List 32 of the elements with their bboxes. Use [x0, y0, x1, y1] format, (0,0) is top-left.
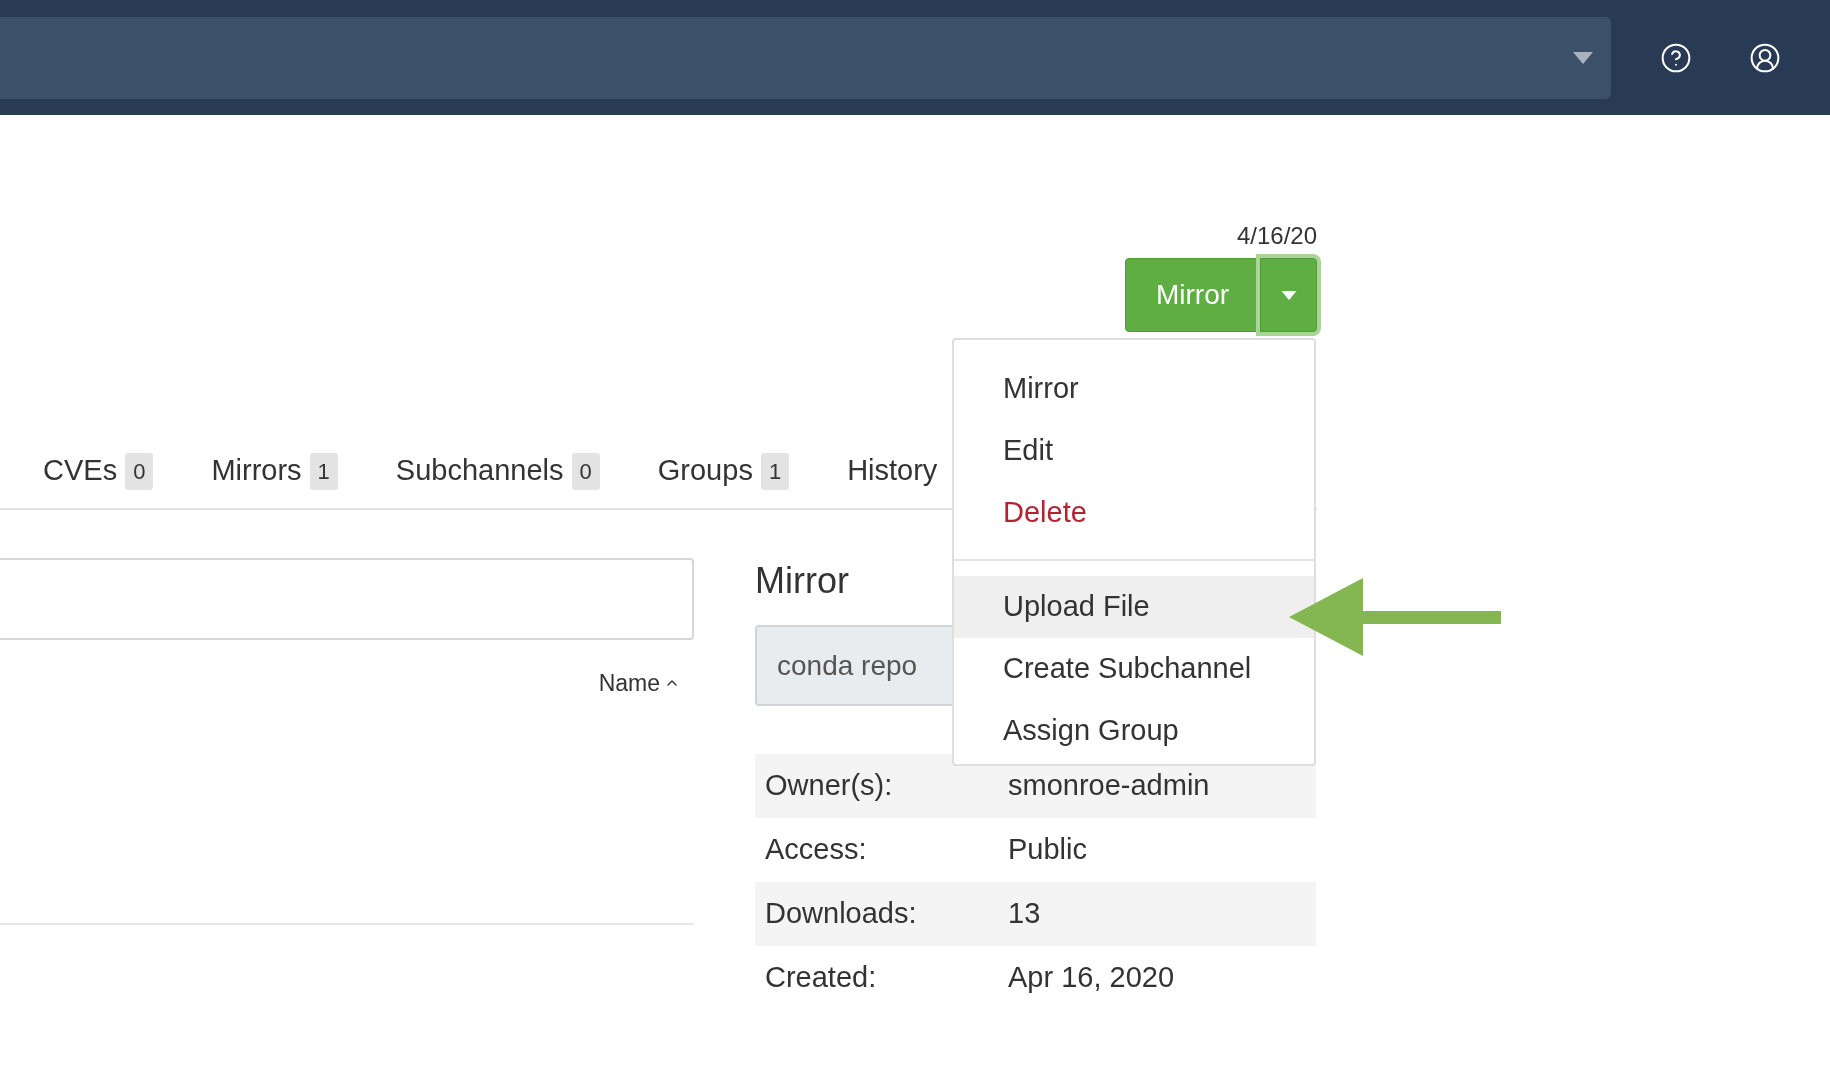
detail-label: Downloads: [764, 896, 918, 932]
count-badge: 0 [125, 452, 154, 490]
detail-value: 13 [1008, 896, 1041, 932]
tab[interactable]: CVEs 0 [43, 449, 154, 493]
menu-item[interactable]: Assign Group [954, 700, 1314, 762]
count-badge: 1 [309, 452, 338, 490]
menu-item[interactable]: Delete [954, 482, 1314, 544]
count-badge: 1 [760, 452, 790, 490]
sort-button[interactable]: Name [598, 666, 680, 701]
search-field[interactable] [0, 558, 694, 640]
tab[interactable]: Subchannels 0 [395, 449, 600, 493]
section-title: Mirror [755, 560, 849, 602]
help-icon[interactable] [1660, 41, 1692, 74]
detail-value: smonroe-admin [1008, 768, 1210, 804]
menu-item[interactable]: Mirror [954, 358, 1314, 420]
caret-icon [1280, 290, 1297, 300]
detail-value: Apr 16, 2020 [1008, 960, 1175, 996]
detail-label: Owner(s): [764, 768, 894, 804]
detail-value: Public [1008, 832, 1087, 868]
detail-label: Access: [764, 832, 868, 868]
date: 4/16/20 [1236, 222, 1317, 250]
user-icon[interactable] [1749, 41, 1781, 74]
menu-item[interactable]: Edit [954, 420, 1314, 482]
caret-icon [1573, 51, 1593, 64]
tab[interactable]: History [847, 449, 938, 493]
tab[interactable]: Mirrors 1 [211, 449, 338, 493]
select-field[interactable] [0, 16, 1611, 99]
menu-item[interactable]: Upload File [954, 576, 1314, 638]
count-badge: 0 [571, 452, 600, 490]
detail-label: Created: [764, 960, 878, 996]
menu-item[interactable]: Create Subchannel [954, 638, 1314, 700]
tab[interactable]: Groups 1 [657, 449, 790, 493]
